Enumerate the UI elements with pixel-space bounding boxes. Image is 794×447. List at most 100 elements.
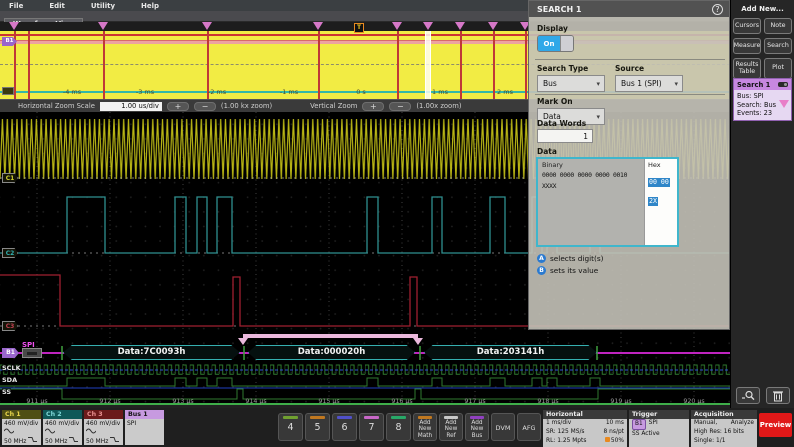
- binary-value-2[interactable]: XXXX: [542, 182, 644, 191]
- hex-header: Hex: [648, 161, 677, 169]
- channel-4-button[interactable]: 4: [278, 413, 303, 441]
- search1-badge-title: Search 1: [734, 81, 778, 89]
- channel-6-button[interactable]: 6: [332, 413, 357, 441]
- cursors-button[interactable]: Cursors: [733, 18, 761, 34]
- search-type-dropdown[interactable]: Bus ▾: [537, 75, 605, 92]
- zoom-tool-button[interactable]: [736, 387, 760, 404]
- vzoom-minus-button[interactable]: −: [389, 102, 411, 111]
- afg-button[interactable]: AFG: [517, 413, 541, 441]
- menu-edit[interactable]: Edit: [49, 2, 65, 10]
- display-label: Display: [537, 24, 568, 33]
- binary-value[interactable]: 0000 0000 0000 0000 0010: [542, 171, 644, 180]
- h-record-length: RL: 1.25 Mpts: [546, 437, 586, 446]
- acq-analyze: Analyze: [731, 419, 754, 428]
- overview-time-label: 1 ms: [432, 88, 448, 96]
- chevron-down-icon: ▾: [596, 113, 604, 121]
- trigger-detail: SS Active: [632, 430, 660, 439]
- toggle-on-label: On: [538, 36, 560, 51]
- overview-time-label: -1 ms: [280, 88, 298, 96]
- acquisition-panel[interactable]: Acquisition Manual,Analyze High Res: 16 …: [691, 410, 757, 447]
- channel-7-button[interactable]: 7: [359, 413, 384, 441]
- hex-value-2[interactable]: 2X: [648, 197, 658, 206]
- source-dropdown[interactable]: Bus 1 (SPI) ▾: [615, 75, 683, 92]
- add-new-ref-button[interactable]: Add New Ref: [439, 413, 463, 441]
- hex-column[interactable]: Hex 00 00 2X: [644, 159, 677, 245]
- hex-value[interactable]: 00 00: [648, 178, 670, 187]
- horizontal-zoom-scale-input[interactable]: 1.00 us/div: [100, 102, 162, 111]
- search-panel-header[interactable]: SEARCH 1 ?: [529, 1, 729, 17]
- data-words-input[interactable]: 1: [537, 129, 593, 143]
- hint-b-row: B sets its value: [537, 266, 598, 275]
- ch2-badge-title: Ch 2: [43, 410, 82, 419]
- display-toggle[interactable]: On: [537, 35, 574, 52]
- data-words-label: Data Words: [537, 119, 586, 128]
- channel-5-button[interactable]: 5: [305, 413, 330, 441]
- search-mark-span: [243, 334, 418, 338]
- search-mark-triangle: [413, 338, 423, 345]
- h-resolution: 8 ns/pt: [604, 428, 624, 437]
- note-button[interactable]: Note: [764, 18, 792, 34]
- h-window: 10 ms: [606, 419, 624, 428]
- ch3-scale: 460 mV/div: [86, 420, 121, 428]
- hint-a-text: selects digit(s): [550, 254, 603, 263]
- spi-data-packet[interactable]: Data:000020h: [248, 345, 415, 360]
- visibility-toggle-icon[interactable]: [778, 82, 788, 87]
- add-new-bus-button[interactable]: Add New Bus: [465, 413, 489, 441]
- delete-button[interactable]: [766, 387, 790, 404]
- overview-time-label: -4 ms: [63, 88, 81, 96]
- help-icon[interactable]: ?: [712, 4, 723, 15]
- acq-single: Single: 1/1: [694, 437, 725, 446]
- toggle-knob[interactable]: [560, 36, 573, 51]
- spi-data-packet[interactable]: Data:203141h: [424, 345, 597, 360]
- menu-file[interactable]: File: [9, 2, 23, 10]
- spi-data-packet[interactable]: Data:7C0093h: [63, 345, 240, 360]
- search-type-label: Search Type: [537, 64, 588, 73]
- add-new-math-button[interactable]: Add New Math: [413, 413, 437, 441]
- vzoom-plus-button[interactable]: +: [362, 102, 384, 111]
- channel-8-button[interactable]: 8: [386, 413, 411, 441]
- h-scale: 1 ms/div: [546, 419, 571, 428]
- ch1-badge[interactable]: Ch 1 460 mV/div 50 MHz: [2, 410, 41, 445]
- time-label: 919 µs: [610, 398, 631, 405]
- trigger-source-badge: B1: [632, 419, 646, 430]
- sclk-label: SCLK: [2, 364, 21, 372]
- coupling-icon: [4, 428, 14, 434]
- binary-header: Binary: [542, 161, 644, 169]
- sda-label: SDA: [2, 376, 17, 384]
- ch3-badge[interactable]: Ch 3 460 mV/div 50 MHz: [84, 410, 123, 445]
- ch1-scale: 460 mV/div: [4, 420, 39, 428]
- binary-column[interactable]: Binary 0000 0000 0000 0000 0010 XXXX: [538, 159, 644, 245]
- search-mark-triangle: [238, 338, 248, 345]
- data-entry-box[interactable]: Binary 0000 0000 0000 0000 0010 XXXX Hex…: [536, 157, 679, 247]
- divider: [535, 59, 725, 60]
- menu-help[interactable]: Help: [141, 2, 159, 10]
- ch3-bandwidth: 50 MHz: [86, 436, 121, 445]
- bus1-badge-title: Bus 1: [125, 410, 164, 419]
- results-table-button[interactable]: Results Table: [733, 58, 761, 79]
- bus1-badge[interactable]: Bus 1 SPI: [125, 410, 164, 445]
- measure-button[interactable]: Measure: [733, 38, 761, 54]
- search-panel-title: SEARCH 1: [537, 5, 712, 14]
- search-type-value: Bus: [538, 79, 596, 88]
- preview-button[interactable]: Preview: [759, 413, 792, 437]
- search1-result-badge[interactable]: Search 1 Bus: SPI Search: Bus Events: 23: [733, 78, 792, 121]
- chevron-down-icon: ▾: [674, 80, 682, 88]
- coupling-icon: [45, 428, 55, 434]
- knob-a-icon: A: [537, 254, 546, 263]
- menu-utility[interactable]: Utility: [91, 2, 115, 10]
- hint-b-text: sets its value: [550, 266, 598, 275]
- vzoom-factor-label: (1.00x zoom): [416, 102, 461, 110]
- trigger-position-marker[interactable]: T: [354, 23, 364, 33]
- trigger-panel[interactable]: Trigger B1SPI SS Active: [629, 410, 689, 447]
- dvm-button[interactable]: DVM: [491, 413, 515, 441]
- zoom-window-indicator[interactable]: [425, 31, 431, 99]
- search1-badge-header[interactable]: Search 1: [734, 79, 791, 90]
- hzoom-plus-button[interactable]: +: [167, 102, 189, 111]
- search-button[interactable]: Search: [764, 38, 792, 54]
- plot-button[interactable]: Plot: [764, 58, 792, 79]
- ch2-badge[interactable]: Ch 2 460 mV/div 50 MHz: [43, 410, 82, 445]
- horizontal-panel[interactable]: Horizontal 1 ms/div10 ms SR: 125 MS/s8 n…: [543, 410, 627, 447]
- hzoom-minus-button[interactable]: −: [194, 102, 216, 111]
- search-config-panel: SEARCH 1 ? Display On Search Type Bus ▾ …: [528, 0, 730, 330]
- add-new-label: Add New...: [731, 5, 794, 13]
